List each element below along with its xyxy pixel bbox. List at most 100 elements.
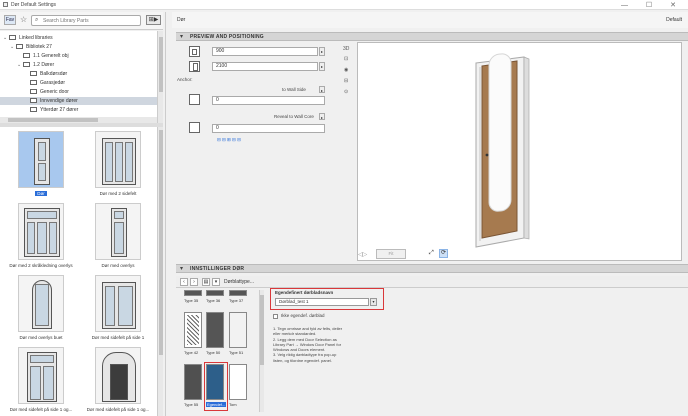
window-titlebar: Dør Default Settings — ☐ ✕: [0, 0, 688, 10]
panel-type-thumbnail[interactable]: [206, 312, 224, 348]
collapse-arrow-icon[interactable]: ▾: [180, 33, 183, 40]
tree-item[interactable]: ⌄ 1.2 Dører: [0, 61, 157, 69]
gallery-item[interactable]: Dør med 2 sidefelt: [81, 131, 151, 199]
folder-icon: [16, 44, 23, 50]
tree-item-label: Garasjedør: [40, 80, 66, 86]
gallery-item[interactable]: Dør: [4, 131, 74, 199]
gallery-item[interactable]: Dør med overlys: [81, 203, 151, 271]
tree-item[interactable]: Garasjedør: [0, 79, 157, 87]
back-arrow-icon[interactable]: ‹: [180, 278, 188, 286]
gallery-item-label: Dør med sidefelt på side 1: [83, 335, 153, 340]
tree-scrollbar[interactable]: [157, 31, 163, 123]
folder-icon: [30, 80, 37, 86]
door-3d-preview[interactable]: [357, 42, 682, 261]
gallery-item-label: Dør med 2 sidefelt: [83, 191, 153, 196]
render-view-icon[interactable]: ◉: [344, 67, 348, 73]
reveal-options[interactable]: ⊟ ⊟ ⊞ ⊟ ⊟: [217, 137, 241, 143]
orbit-icon[interactable]: ⟳: [439, 249, 448, 258]
height-spin-button[interactable]: ▸: [319, 62, 325, 71]
settings-header: Dør Default: [172, 12, 688, 28]
sill-dropdown-button[interactable]: ▸: [319, 86, 325, 93]
section-view-icon[interactable]: ⊟: [344, 78, 348, 84]
gallery-item[interactable]: Dør med overlys buet: [4, 275, 74, 343]
3d-view-button[interactable]: 3D: [343, 46, 349, 52]
width-icon: [189, 46, 200, 57]
gallery-scroll-thumb[interactable]: [159, 130, 163, 355]
fit-button[interactable]: Fit: [376, 249, 406, 259]
door-gallery: Dør Dør med 2 sidefelt Dør med 2 skråkledn…: [0, 127, 163, 416]
reveal-dropdown-button[interactable]: ▸: [319, 113, 325, 120]
door-thumbnail[interactable]: [18, 131, 64, 188]
plan-view-icon[interactable]: ⊡: [344, 56, 348, 62]
folder-icon: [23, 53, 30, 59]
tree-item[interactable]: Ytterdør 27 dører: [0, 106, 157, 114]
reveal-field[interactable]: 0: [212, 124, 325, 133]
door-thumbnail[interactable]: [18, 275, 64, 332]
page-dropdown-icon[interactable]: ▾: [212, 278, 220, 286]
panel-type-thumbnail[interactable]: [184, 364, 202, 400]
default-link[interactable]: Default: [666, 17, 682, 23]
forward-arrow-icon[interactable]: ›: [190, 278, 198, 286]
panel-type-thumbnail[interactable]: [229, 290, 247, 296]
panel-type-thumbnail[interactable]: [229, 312, 247, 348]
tree-scroll-thumb[interactable]: [159, 37, 163, 92]
gallery-item-label: Dør med sidefelt på side 1 og...: [83, 407, 153, 412]
folder-icon: [30, 107, 37, 113]
tree-item-label: Linked libraries: [19, 35, 53, 41]
tree-item[interactable]: 1.1 Generelt obj: [0, 52, 157, 60]
tree-item[interactable]: ⌄ Linked libraries: [0, 34, 157, 42]
gallery-item[interactable]: Dør med sidefelt på side 1: [81, 275, 151, 343]
panel-type-thumbnail[interactable]: [184, 290, 202, 296]
panel-type-thumbnail[interactable]: [206, 290, 224, 296]
door-thumbnail[interactable]: [95, 131, 141, 188]
search-input[interactable]: [43, 17, 138, 25]
sill-dropdown-label: to Wall Side: [282, 87, 306, 92]
settings-breadcrumb[interactable]: Dørblattype...: [224, 279, 254, 285]
star-icon[interactable]: ☆: [20, 15, 27, 24]
panel-type-thumbnail[interactable]: [184, 312, 202, 348]
rotate-nav-icon[interactable]: ◁▷: [358, 251, 372, 259]
gallery-item-label: Dør med overlys buet: [6, 335, 76, 340]
settings-section-header[interactable]: ▾ INNSTILLINGER DØR: [176, 264, 688, 273]
door-thumbnail[interactable]: [95, 275, 141, 332]
custom-panel-checkbox[interactable]: [273, 314, 278, 319]
instructions-text: 1. Tegn omrisse and fyld av felts, deile…: [273, 326, 383, 363]
door-thumbnail[interactable]: [18, 203, 64, 260]
panel-type-thumbnail[interactable]: [229, 364, 247, 400]
preview-section-header[interactable]: ▾ PREVIEW AND POSITIONING: [176, 32, 688, 41]
gallery-item-label: Dør med 2 skråkledning overlys: [6, 263, 76, 268]
page-icon[interactable]: ▤: [202, 278, 210, 286]
gallery-item[interactable]: Dør med 2 skråkledning overlys: [4, 203, 74, 271]
elevation-view-icon[interactable]: ⊙: [344, 89, 348, 95]
tree-item[interactable]: Innvendige dører: [0, 97, 157, 105]
panel-type-label: Type 51: [229, 350, 244, 355]
panel-type-label: Type 35: [184, 298, 199, 303]
library-search[interactable]: ⌕: [31, 15, 141, 26]
tree-item[interactable]: Generic door: [0, 88, 157, 96]
preview-section-title: PREVIEW AND POSITIONING: [190, 34, 264, 40]
door-thumbnail[interactable]: [95, 347, 141, 404]
door-thumbnail[interactable]: [18, 347, 64, 404]
height-field[interactable]: 2100: [212, 62, 318, 71]
gallery-scrollbar[interactable]: [157, 127, 163, 416]
collapse-panel-button[interactable]: ⊞▶: [146, 15, 161, 25]
custom-panel-checkbox-label: Ikke egendef. dørblad: [281, 313, 325, 318]
gallery-item[interactable]: Dør med sidefelt på side 1 og...: [4, 347, 74, 415]
door-thumbnail[interactable]: [95, 203, 141, 260]
tree-item[interactable]: Balkdørsdør: [0, 70, 157, 78]
width-field[interactable]: 900: [212, 47, 318, 56]
width-spin-button[interactable]: ▸: [319, 47, 325, 56]
panel-type-label: Type 37: [229, 298, 244, 303]
sill-field[interactable]: 0: [212, 96, 325, 105]
gallery-item-text: Dør med sidefelt på side 1 og...: [86, 407, 150, 412]
gallery-item[interactable]: Dør med sidefelt på side 1 og...: [81, 347, 151, 415]
walk-icon[interactable]: ⤢: [429, 250, 434, 257]
tree-item[interactable]: ⌄ Bibliotek 27: [0, 43, 157, 51]
type-scrollbar[interactable]: [259, 290, 264, 412]
collapse-arrow-icon[interactable]: ▾: [180, 265, 183, 272]
dropdown-arrow-icon[interactable]: ▾: [370, 298, 377, 306]
favorites-button[interactable]: Fav: [4, 15, 16, 25]
custom-panel-box: Egendefinert dørbladsnavn Dørblad_test 1…: [270, 288, 384, 310]
custom-panel-select[interactable]: Dørblad_test 1: [275, 298, 369, 306]
window-controls[interactable]: — ☐ ✕: [621, 1, 684, 9]
